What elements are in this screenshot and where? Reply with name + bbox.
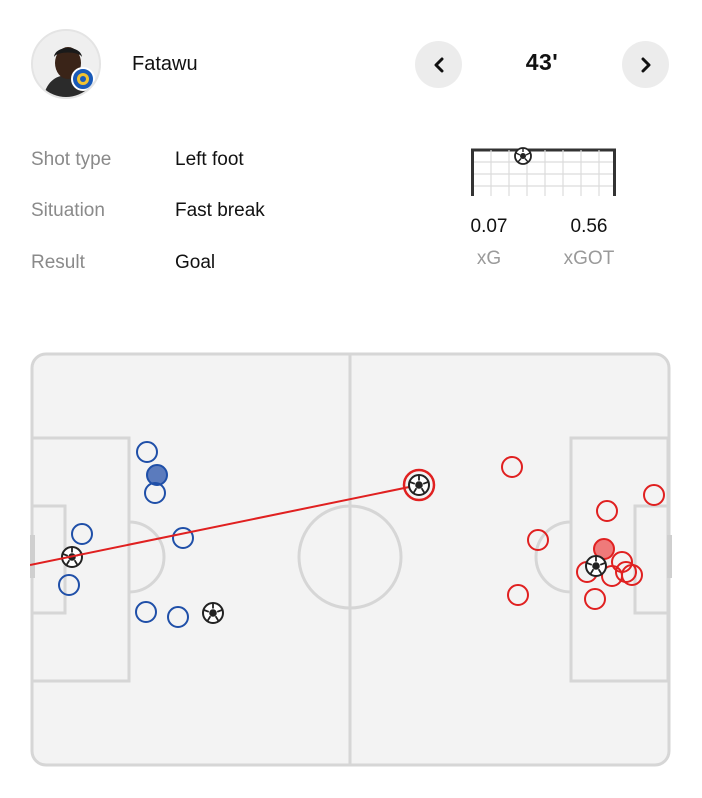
chevron-right-icon xyxy=(641,57,650,72)
ball-icon xyxy=(514,147,532,165)
situation-label: Situation xyxy=(31,200,105,221)
xgot-value: 0.56 xyxy=(570,216,608,237)
xg-value: 0.07 xyxy=(470,216,508,237)
xgot-label: xGOT xyxy=(563,248,615,269)
player-avatar xyxy=(31,29,101,99)
left-goal xyxy=(30,535,35,578)
shot-type-label: Shot type xyxy=(31,149,112,170)
goal-net-icon xyxy=(471,147,616,196)
result-value: Goal xyxy=(175,252,216,273)
player-name[interactable]: Fatawu xyxy=(132,53,198,76)
xg-label: xG xyxy=(476,248,502,269)
shot-minute: 43' xyxy=(525,49,559,75)
result-label: Result xyxy=(31,252,85,273)
shot-type-value: Left foot xyxy=(175,149,244,170)
shot-header: Fatawu 43' xyxy=(0,0,702,130)
ball-marker xyxy=(202,602,224,624)
xgot-stat: 0.56 xGOT xyxy=(539,216,639,270)
situation-value: Fast break xyxy=(175,200,265,221)
pitch xyxy=(29,352,672,767)
shot-map xyxy=(29,352,672,773)
next-shot-button[interactable] xyxy=(622,41,669,88)
selected-shot-ball-icon xyxy=(408,474,430,496)
ball-marker xyxy=(585,555,607,577)
xg-stat: 0.07 xG xyxy=(439,216,539,270)
shot-marker-goal xyxy=(146,464,168,486)
chevron-left-icon xyxy=(434,57,443,72)
goalmouth-placement xyxy=(471,146,617,203)
player-portrait-icon xyxy=(33,31,99,97)
right-goal xyxy=(667,535,672,578)
previous-shot-button[interactable] xyxy=(415,41,462,88)
